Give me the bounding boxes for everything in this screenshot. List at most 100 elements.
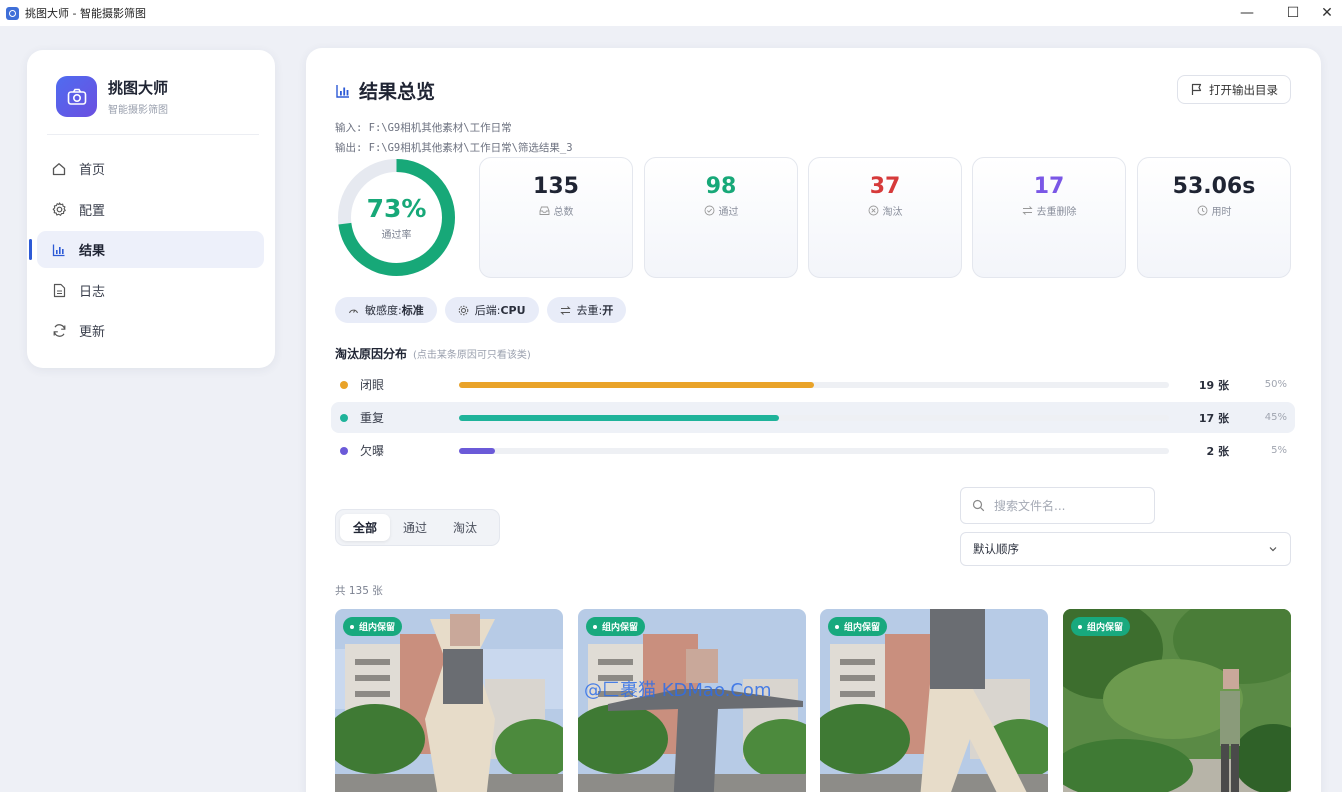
tab-rejected[interactable]: 淘汰: [440, 514, 490, 541]
pill-value: CPU: [500, 303, 526, 317]
watermark: @匚裹猫 KDMao.Com: [584, 680, 772, 701]
stat-value: 53.06s: [1172, 174, 1256, 199]
x-circle-icon: [868, 205, 878, 216]
sort-value: 默认顺序: [973, 542, 1019, 556]
sidebar-item-config[interactable]: 配置: [37, 191, 264, 228]
stat-value: 135: [533, 174, 579, 199]
open-output-dir-button[interactable]: 打开输出目录: [1177, 75, 1291, 104]
reason-row-closed-eyes[interactable]: 闭眼 19 张 50%: [331, 369, 1295, 400]
reasons-title: 淘汰原因分布 (点击某条原因可只看该类): [335, 345, 531, 362]
sidebar-item-results[interactable]: 结果: [29, 231, 264, 268]
swap-icon: [559, 305, 571, 315]
photo-card[interactable]: 组内保留: [335, 609, 563, 792]
reason-dot: [340, 413, 348, 422]
sort-select[interactable]: 默认顺序: [960, 532, 1291, 566]
reason-bar-track: [459, 414, 1169, 421]
refresh-icon: [51, 323, 67, 339]
sidebar: 挑图大师 智能摄影筛图 首页 配置 结果 日志 更新: [27, 50, 275, 368]
sidebar-item-label: 首页: [79, 163, 106, 178]
stat-label: 去重删除: [1036, 207, 1077, 218]
bar-chart-icon: [336, 84, 349, 98]
results-panel: 结果总览 打开输出目录 输入: F:\G9相机其他素材\工作日常 输出: F:\…: [306, 48, 1321, 792]
reason-percent: 50%: [1264, 379, 1287, 390]
keep-badge: 组内保留: [343, 617, 403, 636]
window-title: 挑图大师 - 智能摄影筛图: [25, 7, 146, 20]
photo-thumbnail: [335, 609, 563, 792]
app-icon: [6, 6, 19, 20]
stat-value: 17: [1033, 174, 1065, 199]
stat-card-rejected: 37 淘汰: [808, 157, 962, 278]
tab-all[interactable]: 全部: [340, 514, 391, 541]
reason-row-duplicate[interactable]: 重复 17 张 45%: [331, 402, 1295, 433]
brand-name: 挑图大师: [108, 79, 169, 97]
reasons-hint: (点击某条原因可只看该类): [413, 350, 531, 361]
input-path: 输入: F:\G9相机其他素材\工作日常: [335, 122, 512, 134]
dedup-pill: 去重: 开: [546, 297, 627, 323]
pill-key: 去重:: [576, 304, 603, 317]
pill-key: 后端:: [474, 304, 501, 317]
search-box: [960, 487, 1155, 524]
sidebar-item-label: 更新: [79, 325, 106, 340]
reasons-title-text: 淘汰原因分布: [335, 347, 408, 361]
stat-card-dedup: 17 去重删除: [972, 157, 1126, 278]
reason-name: 重复: [360, 411, 385, 425]
reason-name: 闭眼: [360, 378, 385, 392]
pill-key: 敏感度:: [365, 304, 402, 317]
backend-pill: 后端: CPU: [444, 297, 539, 323]
sidebar-item-label: 配置: [79, 203, 106, 219]
reason-bar-track: [459, 447, 1169, 454]
total-count: 共 135 张: [335, 585, 383, 597]
reason-dot: [340, 380, 348, 389]
sidebar-item-log[interactable]: 日志: [37, 272, 264, 309]
flag-icon: [1191, 83, 1202, 95]
keep-badge: 组内保留: [828, 617, 888, 636]
close-button[interactable]: ✕: [1306, 0, 1342, 26]
reason-count: 19 张: [1198, 378, 1229, 392]
reason-bar-track: [459, 381, 1169, 388]
sidebar-item-label: 结果: [79, 244, 106, 259]
search-icon: [972, 499, 985, 512]
reason-percent: 5%: [1271, 445, 1287, 456]
sidebar-item-label: 日志: [79, 284, 106, 300]
title-bar: 挑图大师 - 智能摄影筛图 — ☐ ✕: [0, 0, 1342, 26]
pass-rate-value: 73%: [366, 194, 427, 223]
search-input[interactable]: [994, 498, 1144, 513]
stat-card-time: 53.06s 用时: [1137, 157, 1291, 278]
bar-chart-icon: [51, 242, 67, 258]
reason-dot: [340, 446, 348, 455]
reason-bar-fill: [459, 414, 779, 421]
open-output-dir-label: 打开输出目录: [1209, 82, 1278, 97]
page-title: 结果总览: [359, 81, 436, 103]
pill-value: 开: [602, 304, 614, 317]
photo-card[interactable]: 组内保留: [820, 609, 1048, 792]
sidebar-item-update[interactable]: 更新: [37, 312, 264, 349]
sensitivity-pill: 敏感度: 标准: [335, 297, 437, 323]
swap-icon: [1021, 206, 1033, 215]
filter-tabs: 全部 通过 淘汰: [335, 509, 500, 546]
home-icon: [51, 161, 67, 177]
inbox-icon: [539, 206, 549, 215]
reason-count: 2 张: [1206, 444, 1229, 458]
keep-badge: 组内保留: [1071, 617, 1131, 636]
keep-badge: 组内保留: [586, 617, 646, 636]
gear-icon: [51, 201, 67, 217]
reason-name: 欠曝: [360, 444, 385, 458]
minimize-button[interactable]: —: [1226, 0, 1268, 26]
check-circle-icon: [704, 205, 714, 216]
reason-row-underexposed[interactable]: 欠曝 2 张 5%: [331, 435, 1295, 466]
stat-label: 通过: [718, 207, 739, 218]
pill-value: 标准: [401, 304, 424, 317]
reason-count: 17 张: [1198, 411, 1229, 425]
stat-label: 淘汰: [882, 207, 903, 218]
brand: 挑图大师 智能摄影筛图: [56, 76, 168, 117]
output-path: 输出: F:\G9相机其他素材\工作日常\筛选结果_3: [335, 142, 573, 154]
stat-card-pass: 98 通过: [644, 157, 798, 278]
clock-icon: [1197, 205, 1207, 216]
nav-menu: 首页 配置 结果 日志 更新: [29, 150, 264, 353]
stat-card-total: 135 总数: [479, 157, 633, 278]
sidebar-item-home[interactable]: 首页: [37, 150, 264, 187]
pass-rate-ring: 73% 通过率: [335, 156, 458, 279]
document-icon: [51, 282, 67, 298]
tab-passed[interactable]: 通过: [390, 514, 440, 541]
photo-card[interactable]: 组内保留: [1063, 609, 1291, 792]
